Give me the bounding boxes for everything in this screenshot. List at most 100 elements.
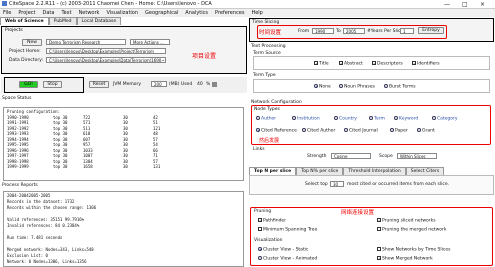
abstract-checkbox[interactable]: ✓Abstract bbox=[339, 61, 363, 67]
project-select[interactable]: Demo Terrorism Research bbox=[46, 39, 126, 45]
select-top-panel: Select top 30 most cited or occurred ite… bbox=[249, 175, 494, 195]
descriptors-checkbox[interactable]: ✓Descriptors bbox=[372, 61, 403, 67]
status-cell: 1658 bbox=[83, 164, 93, 169]
scope-select[interactable]: Within Slices bbox=[397, 153, 437, 159]
project-home-label: Project Home: bbox=[9, 49, 41, 54]
go-button[interactable]: GO! bbox=[19, 81, 38, 88]
minimize-button[interactable]: — bbox=[444, 1, 450, 8]
links-label: Links bbox=[253, 147, 265, 152]
strength-label: Strength bbox=[307, 154, 327, 159]
node-cited-reference-radio[interactable]: Cited Reference bbox=[256, 128, 297, 134]
projects-panel: Projects New Demo Terrorism Research Mor… bbox=[1, 26, 247, 74]
menu-project[interactable]: Project bbox=[18, 10, 35, 16]
to-label: To bbox=[336, 29, 341, 34]
to-year-select[interactable]: 2005 bbox=[343, 28, 365, 34]
menu-preferences[interactable]: Preferences bbox=[215, 10, 244, 16]
new-project-button[interactable]: New bbox=[22, 39, 42, 46]
node-institution-radio[interactable]: Institution bbox=[292, 116, 320, 122]
status-rows: 1990-1990 top 30 722 30 42 1991-1991 top 30 571… bbox=[7, 115, 240, 170]
status-cell: 30 bbox=[123, 164, 128, 169]
process-reports-header: Process Reports bbox=[2, 183, 38, 188]
title-checkbox[interactable]: ✓Title bbox=[314, 61, 329, 67]
show-by-slices-checkbox[interactable]: Show Networks by Time Slices bbox=[377, 247, 450, 253]
tab-threshold-interpolation[interactable]: Threshold Interpolation bbox=[343, 167, 406, 175]
project-annotation: 项目设置 bbox=[192, 53, 217, 60]
prune-sliced-checkbox[interactable]: ✓Pruning sliced networks bbox=[377, 218, 436, 224]
term-none-radio[interactable]: None bbox=[314, 84, 331, 90]
menu-data[interactable]: Data bbox=[42, 10, 54, 16]
process-reports-log[interactable]: 2004-20042005-2005 Records in the dataset… bbox=[3, 191, 244, 267]
years-per-slice-label: #Years Per Slice bbox=[367, 29, 404, 34]
node-keyword-radio[interactable]: Keyword bbox=[394, 116, 418, 122]
memory-percent-unit: % bbox=[206, 82, 211, 87]
select-top-field[interactable]: 30 bbox=[330, 181, 344, 187]
strength-select[interactable]: Cosine bbox=[331, 153, 371, 159]
time-annotation: 时间设置 bbox=[259, 30, 282, 36]
select-top-suffix: most cited or occurred items from each s… bbox=[347, 182, 450, 187]
node-author-radio[interactable]: Author bbox=[256, 116, 276, 122]
node-types-grid: Author Institution Country Term Keyword … bbox=[254, 114, 490, 140]
node-term-radio[interactable]: Term bbox=[369, 116, 385, 122]
log-line: Network: 0 Nodes=1306, Links=1356 bbox=[7, 259, 87, 264]
network-config-panel: Network Configuration Node Types Author … bbox=[249, 100, 494, 164]
tab-local-database[interactable]: Local Database bbox=[76, 17, 122, 25]
tab-web-of-science[interactable]: Web of Science bbox=[0, 17, 49, 25]
node-category-radio[interactable]: Category bbox=[432, 116, 458, 122]
visualization-header: Visualization bbox=[254, 238, 283, 243]
status-cell: top 30 bbox=[53, 164, 68, 169]
burst-terms-radio[interactable]: Burst Terms bbox=[384, 84, 416, 90]
menu-geographical[interactable]: Geographical bbox=[145, 10, 178, 16]
project-home-field[interactable]: C:\Users\lenovo\Desktop\Examples\Project… bbox=[46, 48, 166, 54]
menu-help[interactable]: Help bbox=[251, 10, 262, 16]
node-country-radio[interactable]: Country bbox=[334, 116, 357, 122]
jvm-memory-field[interactable]: 200 bbox=[151, 81, 167, 87]
title-bar: CiteSpace 2.2.R11 - (c) 2003-2011 Chaome… bbox=[0, 0, 495, 9]
tab-select-citers[interactable]: Select Citers bbox=[405, 167, 445, 175]
menu-analytics[interactable]: Analytics bbox=[185, 10, 208, 16]
cluster-animated-radio[interactable]: Cluster View - Animated bbox=[258, 256, 317, 262]
projects-header: Projects bbox=[5, 28, 23, 33]
from-year-select[interactable]: 1990 bbox=[312, 28, 334, 34]
jvm-memory-label: JVM Memory bbox=[113, 82, 142, 87]
stop-button[interactable]: Stop bbox=[43, 81, 62, 88]
node-grant-radio[interactable]: Grant bbox=[417, 128, 435, 134]
data-directory-field[interactable]: C:\Users\lenovo\Desktop\Examples\Data\Te… bbox=[46, 57, 166, 63]
node-cited-journal-radio[interactable]: Cited Journal bbox=[344, 128, 378, 134]
tab-pubmed[interactable]: PubMed bbox=[48, 17, 77, 25]
menu-text[interactable]: Text bbox=[61, 10, 71, 16]
source-tabs: Web of Science PubMed Local Database bbox=[0, 17, 250, 25]
space-status-panel: Space Status Pruning configuration: 1990… bbox=[1, 95, 247, 182]
run-controls: GO! Stop Reset JVM Memory 200 (MB) Used … bbox=[1, 77, 247, 93]
maximize-button[interactable]: □ bbox=[462, 1, 468, 8]
show-merged-checkbox[interactable]: ✓Show Merged Network bbox=[377, 256, 433, 262]
menu-visualization[interactable]: Visualization bbox=[106, 10, 138, 16]
space-status-list[interactable]: Pruning configuration: 1990-1990 top 30 72… bbox=[3, 107, 244, 181]
close-button[interactable]: × bbox=[480, 1, 485, 8]
tab-top-n[interactable]: Top N per slice bbox=[249, 167, 297, 175]
node-paper-radio[interactable]: Paper bbox=[390, 128, 408, 134]
from-label: From bbox=[298, 29, 310, 34]
menu-network[interactable]: Network bbox=[79, 10, 100, 16]
term-type-header: Term Type bbox=[253, 73, 276, 78]
cluster-static-radio[interactable]: Cluster View - Static bbox=[258, 247, 308, 253]
identifiers-checkbox[interactable]: ✓Identifiers bbox=[412, 61, 440, 67]
threshold-tabs: Top N per slice Top N% per slice Thresho… bbox=[249, 167, 494, 175]
tab-top-n-percent[interactable]: Top N% per slice bbox=[296, 167, 344, 175]
node-types-annotation: 然后发展 bbox=[259, 138, 280, 144]
years-per-slice-select[interactable]: 1 bbox=[400, 28, 414, 34]
entropy-button[interactable]: Entropy bbox=[418, 27, 444, 34]
scope-label: Scope bbox=[379, 154, 393, 159]
pruning-panel: Pruning ✓Pathfinder Minimum Spanning Tre… bbox=[252, 209, 491, 236]
reset-button[interactable]: Reset bbox=[89, 81, 109, 88]
memory-percent: 40 bbox=[197, 82, 203, 87]
pathfinder-checkbox[interactable]: ✓Pathfinder bbox=[258, 218, 286, 224]
term-type-box: None Noun Phrases Burst Terms bbox=[253, 79, 490, 93]
mst-checkbox[interactable]: Minimum Spanning Tree bbox=[258, 227, 317, 233]
noun-phrases-radio[interactable]: Noun Phrases bbox=[339, 84, 375, 90]
prune-merged-checkbox[interactable]: Pruning the merged network bbox=[377, 227, 447, 233]
more-actions-select[interactable]: More Actions ... bbox=[130, 39, 170, 45]
menu-file[interactable]: File bbox=[3, 10, 11, 16]
mb-used-label: (MB) Used bbox=[169, 82, 193, 87]
select-top-label: Select top bbox=[305, 182, 328, 187]
node-cited-author-radio[interactable]: Cited Author bbox=[302, 128, 335, 134]
